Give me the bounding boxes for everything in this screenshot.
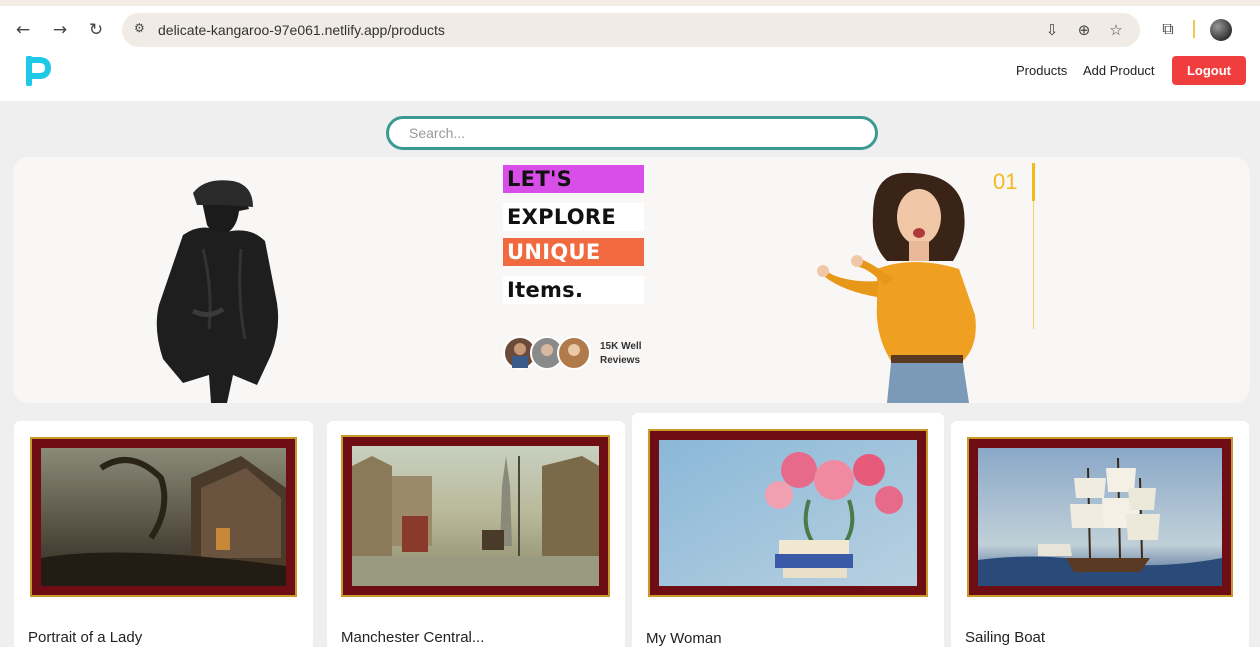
- reviewer-avatars: [503, 336, 591, 370]
- product-image-frame[interactable]: [341, 435, 610, 597]
- product-image-portrait-of-a-lady: [41, 448, 286, 586]
- logout-button[interactable]: Logout: [1172, 56, 1246, 85]
- profile-avatar[interactable]: [1210, 19, 1232, 41]
- product-image-frame[interactable]: [30, 437, 297, 597]
- reviews-count: 15K Well Reviews: [600, 340, 660, 368]
- nav-link-products[interactable]: Products: [1016, 63, 1067, 78]
- back-icon[interactable]: ←: [11, 18, 35, 42]
- product-card[interactable]: My Woman: [632, 413, 944, 647]
- reviews-line-2: Reviews: [600, 355, 641, 366]
- tab-strip: [0, 0, 1260, 6]
- product-image-frame[interactable]: [648, 429, 928, 597]
- product-title[interactable]: My Woman: [646, 630, 722, 647]
- product-image-frame[interactable]: [967, 437, 1233, 597]
- hero-model-woman-image: [817, 172, 976, 403]
- reload-icon[interactable]: ↻: [84, 18, 108, 42]
- hero-tag-unique: UNIQUE: [503, 238, 644, 266]
- hero-tag-items: Items.: [503, 276, 644, 304]
- hero-tag-explore: EXPLORE: [503, 203, 644, 231]
- app-navbar: Products Add Product Logout: [0, 56, 1260, 101]
- browser-chrome: ← → ↻ ⚙ delicate-kangaroo-97e061.netlify…: [0, 0, 1260, 56]
- product-image-my-woman: [659, 440, 917, 586]
- product-card[interactable]: Sailing Boat: [951, 421, 1249, 647]
- product-title[interactable]: Manchester Central...: [341, 629, 484, 646]
- bookmark-star-icon[interactable]: ☆: [1106, 20, 1126, 40]
- toolbar-separator: [1193, 20, 1195, 38]
- zoom-icon[interactable]: ⊕: [1074, 20, 1094, 40]
- reviews-line-1: 15K Well: [600, 341, 642, 352]
- hero-model-man-image: [156, 180, 279, 403]
- product-title[interactable]: Portrait of a Lady: [28, 629, 142, 646]
- address-bar[interactable]: ⚙ delicate-kangaroo-97e061.netlify.app/p…: [122, 13, 1140, 47]
- product-card[interactable]: Manchester Central...: [327, 421, 625, 647]
- logo-icon[interactable]: [24, 56, 54, 86]
- forward-icon[interactable]: →: [48, 18, 72, 42]
- product-card[interactable]: Portrait of a Lady: [14, 421, 313, 647]
- extensions-icon[interactable]: ⧉: [1157, 18, 1179, 40]
- hero-banner: LET'S EXPLORE UNIQUE Items. 15K Well Rev…: [13, 157, 1250, 403]
- install-app-icon[interactable]: ⇩: [1042, 20, 1062, 40]
- slide-number: 01: [993, 169, 1018, 194]
- site-info-icon[interactable]: ⚙: [134, 21, 152, 39]
- slide-progress-indicator: [1032, 163, 1035, 201]
- search-input[interactable]: [386, 116, 878, 150]
- product-title[interactable]: Sailing Boat: [965, 629, 1045, 646]
- product-image-manchester-central: [352, 446, 599, 586]
- nav-link-add-product[interactable]: Add Product: [1083, 63, 1155, 78]
- product-image-sailing-boat: [978, 448, 1222, 586]
- url-text[interactable]: delicate-kangaroo-97e061.netlify.app/pro…: [158, 22, 445, 38]
- hero-tag-lets: LET'S: [503, 165, 644, 193]
